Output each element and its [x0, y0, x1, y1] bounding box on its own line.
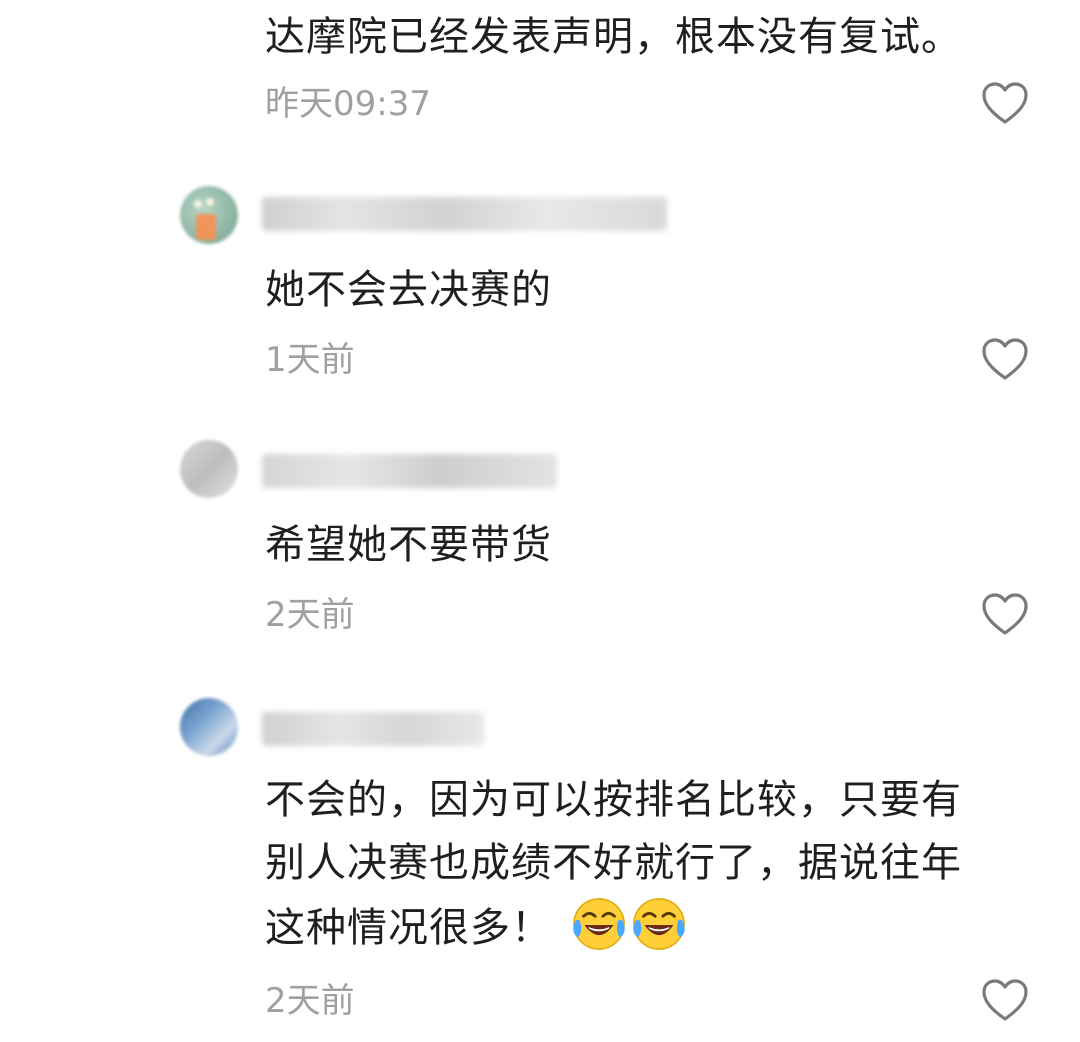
heart-outline-icon — [982, 979, 1028, 1021]
tears-of-joy-emoji — [633, 898, 685, 950]
comment-time: 昨天09:37 — [265, 84, 431, 124]
comment-text-line: 不会的，因为可以按排名比较，只要有 — [265, 777, 962, 823]
username-redacted[interactable] — [262, 197, 667, 231]
username-redacted[interactable] — [262, 712, 484, 746]
comment-text: 她不会去决赛的 — [265, 267, 552, 313]
comment-time: 2天前 — [265, 595, 355, 635]
like-button[interactable] — [981, 337, 1029, 381]
like-button[interactable] — [981, 81, 1029, 125]
like-button[interactable] — [981, 592, 1029, 636]
comment-time: 1天前 — [265, 340, 355, 380]
heart-outline-icon — [982, 338, 1028, 380]
avatar[interactable] — [180, 440, 238, 498]
username-redacted[interactable] — [262, 454, 557, 488]
comment-text-line: 别人决赛也成绩不好就行了，据说往年 — [265, 840, 962, 886]
comment-time: 2天前 — [265, 981, 355, 1021]
avatar[interactable] — [180, 186, 238, 244]
comment-text: 达摩院已经发表声明，根本没有复试。 — [265, 14, 962, 60]
heart-outline-icon — [982, 593, 1028, 635]
tears-of-joy-emoji — [573, 898, 625, 950]
comment-text: 希望她不要带货 — [265, 522, 552, 568]
avatar[interactable] — [180, 698, 238, 756]
comment-text-line: 这种情况很多！ — [265, 895, 1045, 960]
heart-outline-icon — [982, 82, 1028, 124]
like-button[interactable] — [981, 978, 1029, 1022]
comment-text: 不会的，因为可以按排名比较，只要有 别人决赛也成绩不好就行了，据说往年 这种情况… — [265, 769, 1045, 960]
